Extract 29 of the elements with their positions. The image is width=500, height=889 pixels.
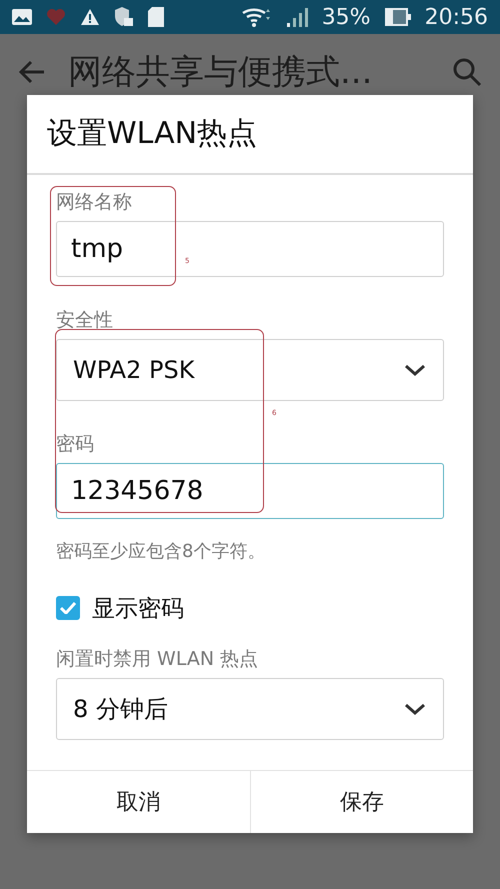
image-icon: [12, 9, 32, 25]
sd-card-icon: [148, 7, 164, 27]
field-label: 密码: [56, 432, 94, 457]
password-field[interactable]: 12345678: [56, 462, 444, 519]
battery-icon: [384, 8, 411, 26]
signal-icon: [286, 7, 308, 27]
field-label: 安全性: [56, 308, 113, 333]
shield-icon: [114, 6, 134, 28]
wifi-icon: [242, 6, 272, 28]
field-label: 闲置时禁用 WLAN 热点: [56, 646, 258, 672]
back-arrow-icon[interactable]: [18, 60, 46, 84]
heart-icon: [46, 8, 66, 26]
security-dropdown[interactable]: WPA2 PSK: [56, 338, 444, 401]
warning-icon: [80, 8, 100, 26]
cancel-button[interactable]: 取消: [27, 770, 250, 833]
idle-timeout-dropdown[interactable]: 8 分钟后: [56, 678, 444, 740]
battery-percent: 35%: [322, 4, 371, 30]
checkmark-icon: [60, 602, 76, 614]
search-icon[interactable]: [452, 57, 482, 87]
screen-title: 网络共享与便携式...: [68, 51, 374, 94]
checkbox[interactable]: [56, 596, 80, 620]
checkbox-label: 显示密码: [92, 594, 184, 624]
password-hint: 密码至少应包含8个字符。: [56, 540, 266, 563]
clock-time: 20:56: [424, 4, 488, 30]
field-label: 网络名称: [56, 190, 132, 215]
dialog-title: 设置WLAN热点: [47, 115, 258, 154]
chevron-down-icon: [403, 362, 427, 377]
chevron-down-icon: [403, 702, 427, 716]
save-button[interactable]: 保存: [250, 770, 473, 833]
